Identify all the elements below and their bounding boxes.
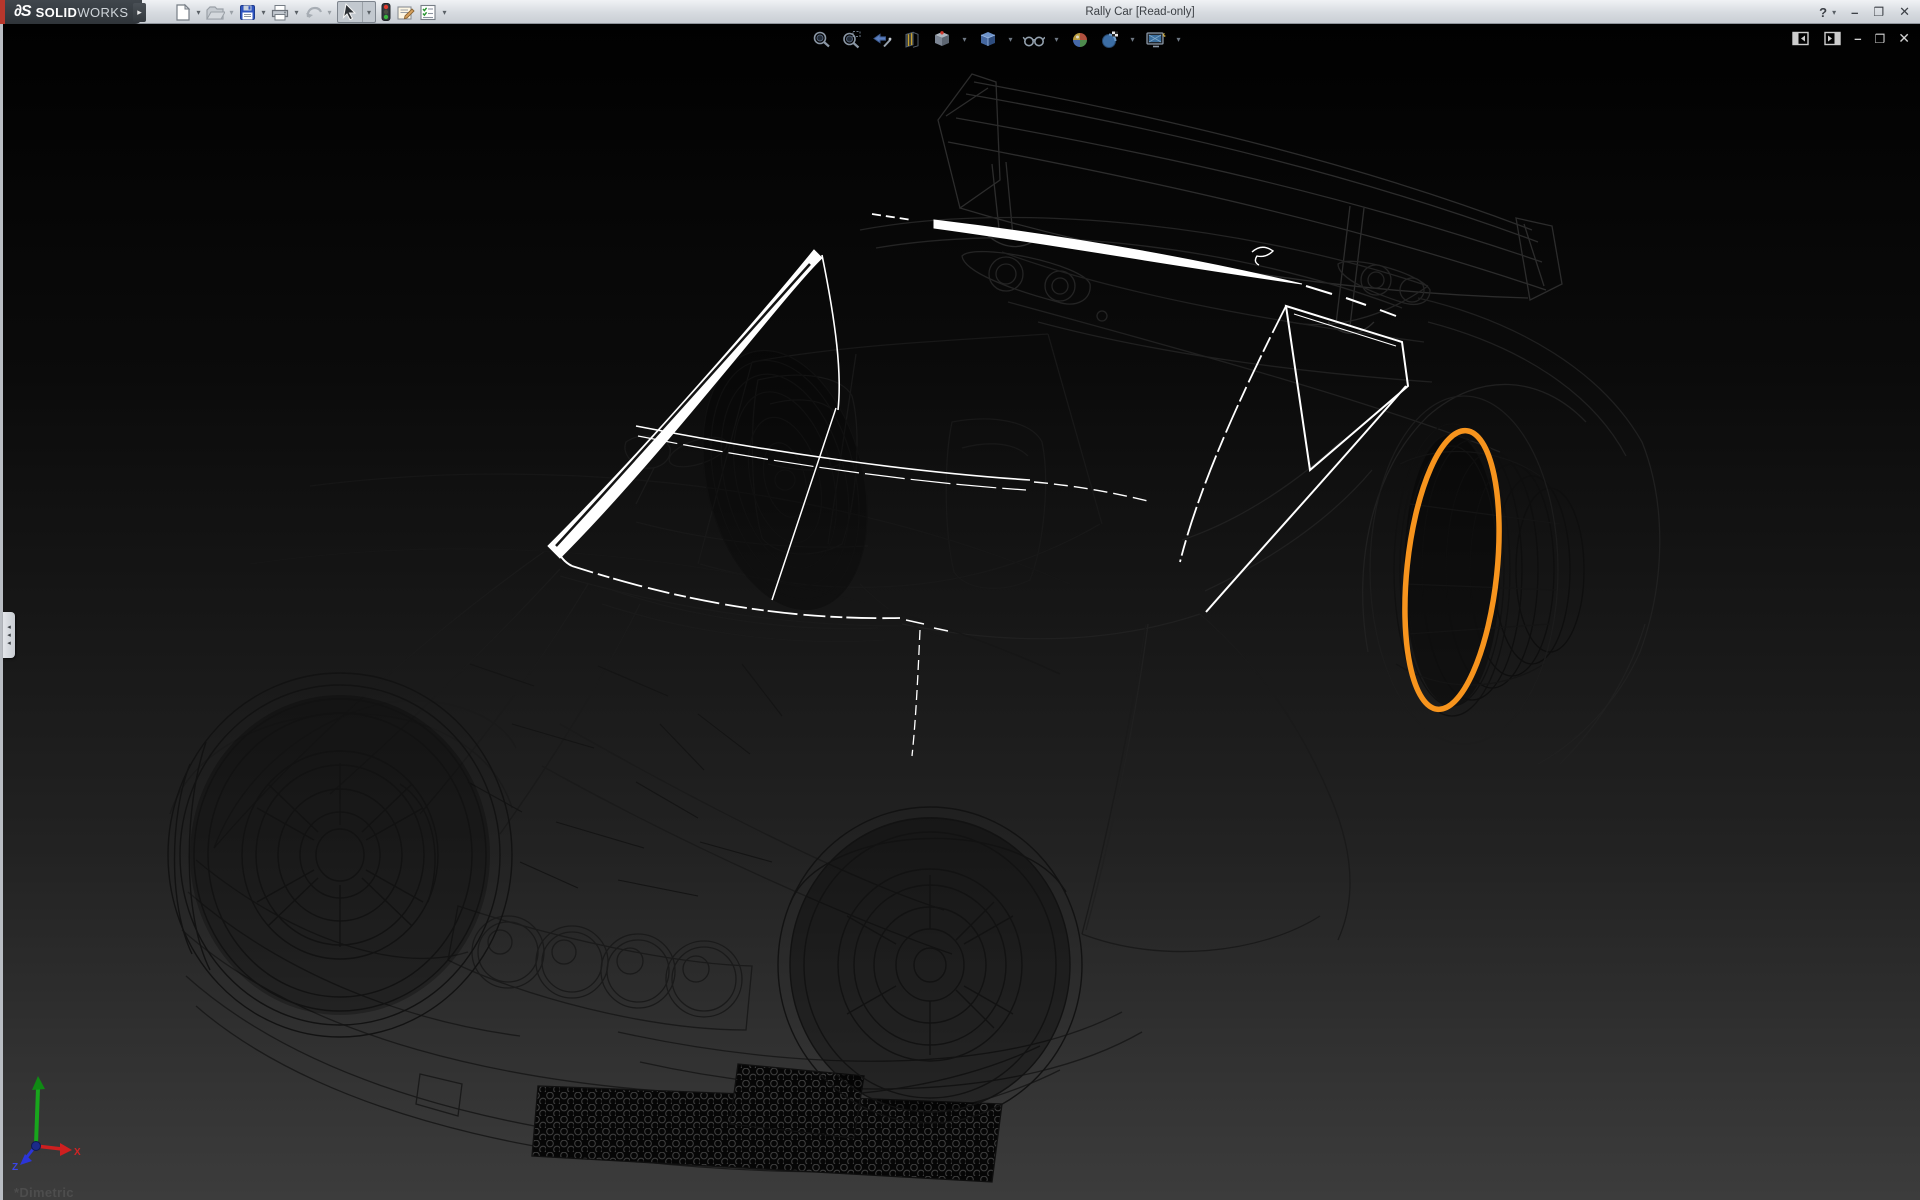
checker-dropdown-caret[interactable]: ▾ bbox=[439, 8, 450, 17]
traffic-light-icon bbox=[379, 2, 393, 22]
open-folder-icon bbox=[205, 3, 225, 22]
zoom-to-area-button[interactable] bbox=[840, 28, 863, 51]
solidworks-logo-mark: ∂S bbox=[14, 3, 31, 21]
zoom-to-fit-button[interactable] bbox=[810, 28, 833, 51]
collapse-arrow-icon: ◂ bbox=[7, 632, 11, 639]
collapse-arrow-icon: ◂ bbox=[7, 624, 11, 631]
view-orientation-caret[interactable]: ▾ bbox=[960, 35, 969, 44]
front-left-wheel bbox=[168, 673, 512, 1037]
previous-view-icon bbox=[871, 29, 893, 51]
help-dropdown-caret[interactable]: ▾ bbox=[1832, 8, 1836, 17]
view-settings-icon bbox=[1144, 29, 1167, 51]
print-button[interactable] bbox=[269, 1, 291, 23]
save-dropdown-caret[interactable]: ▾ bbox=[258, 8, 269, 17]
titlebar: ∂S SOLIDWORKS ▸ ▾ ▾ bbox=[0, 0, 1920, 24]
apply-scene-caret[interactable]: ▾ bbox=[1128, 35, 1137, 44]
zoom-to-area-icon bbox=[841, 29, 863, 51]
new-dropdown-caret[interactable]: ▾ bbox=[193, 8, 204, 17]
printer-icon bbox=[270, 3, 290, 22]
save-floppy-icon bbox=[238, 3, 257, 22]
zoom-to-fit-icon bbox=[811, 29, 833, 51]
window-controls: ? ▾ – ❐ ✕ bbox=[1819, 0, 1910, 24]
cursor-icon bbox=[342, 3, 358, 21]
rebuild-button[interactable] bbox=[378, 1, 394, 23]
close-button[interactable]: ✕ bbox=[1899, 4, 1910, 20]
graphics-viewport[interactable]: X Z bbox=[0, 24, 1920, 1200]
doc-minimize-button[interactable]: – bbox=[1854, 31, 1861, 46]
rally-car-wireframe[interactable]: X Z bbox=[0, 24, 1920, 1200]
print-dropdown-caret[interactable]: ▾ bbox=[291, 8, 302, 17]
pane-left-toggle-icon[interactable] bbox=[1792, 31, 1810, 46]
edit-note-icon bbox=[395, 3, 416, 22]
edit-appearance-button[interactable] bbox=[1068, 28, 1091, 51]
checklist-icon bbox=[418, 3, 438, 22]
open-document-button[interactable] bbox=[204, 1, 226, 23]
minimize-button[interactable]: – bbox=[1851, 5, 1858, 20]
display-style-icon bbox=[977, 29, 999, 51]
pane-right-toggle-icon[interactable] bbox=[1823, 31, 1841, 46]
collapse-arrow-icon: ◂ bbox=[7, 640, 11, 647]
apply-scene-icon bbox=[1099, 29, 1121, 51]
undo-button[interactable] bbox=[302, 1, 324, 23]
doc-close-button[interactable]: ✕ bbox=[1898, 30, 1910, 47]
previous-view-button[interactable] bbox=[870, 28, 893, 51]
heads-up-view-toolbar: ▾ ▾ ▾ bbox=[810, 28, 1183, 51]
hide-show-caret[interactable]: ▾ bbox=[1052, 35, 1061, 44]
comment-button[interactable] bbox=[394, 1, 417, 23]
document-window-controls: – ❐ ✕ bbox=[1792, 30, 1910, 47]
new-document-button[interactable] bbox=[172, 1, 193, 23]
undo-arrow-icon bbox=[303, 3, 323, 22]
display-style-button[interactable] bbox=[976, 28, 999, 51]
view-orientation-button[interactable] bbox=[930, 28, 953, 51]
view-orientation-label: *Dimetric bbox=[14, 1185, 74, 1200]
standard-toolbar: ▾ ▾ ▾ ▾ bbox=[172, 0, 450, 24]
display-style-caret[interactable]: ▾ bbox=[1006, 35, 1015, 44]
view-orientation-icon bbox=[931, 29, 953, 51]
appearance-ball-icon bbox=[1069, 29, 1091, 51]
restore-button[interactable]: ❐ bbox=[1873, 5, 1884, 19]
section-view-button[interactable] bbox=[900, 28, 923, 51]
eyeglasses-icon bbox=[1022, 29, 1045, 51]
window-title: Rally Car [Read-only] bbox=[1020, 0, 1260, 24]
doc-restore-button[interactable]: ❐ bbox=[1875, 32, 1886, 46]
select-tool-group: ▾ bbox=[337, 1, 376, 23]
solidworks-logo-text-light: WORKS bbox=[77, 5, 128, 20]
help-button[interactable]: ? bbox=[1819, 5, 1827, 20]
apply-scene-button[interactable] bbox=[1098, 28, 1121, 51]
select-tool-button[interactable] bbox=[338, 2, 362, 22]
open-dropdown-caret[interactable]: ▾ bbox=[226, 8, 237, 17]
select-dropdown-caret[interactable]: ▾ bbox=[362, 2, 375, 22]
menu-flyout-button[interactable]: ▸ bbox=[133, 3, 146, 22]
highlighted-edges bbox=[548, 214, 1408, 756]
triad-z-label: Z bbox=[12, 1162, 18, 1173]
feature-manager-collapse-tab[interactable]: ◂ ◂ ◂ bbox=[3, 612, 15, 658]
new-document-icon bbox=[173, 3, 192, 22]
triad-x-label: X bbox=[74, 1147, 81, 1158]
solidworks-logo-text-bold: SOLID bbox=[36, 5, 78, 20]
design-checker-button[interactable] bbox=[417, 1, 439, 23]
view-settings-caret[interactable]: ▾ bbox=[1174, 35, 1183, 44]
undo-dropdown-caret[interactable]: ▾ bbox=[324, 8, 335, 17]
view-settings-button[interactable] bbox=[1144, 28, 1167, 51]
hide-show-items-button[interactable] bbox=[1022, 28, 1045, 51]
section-view-icon bbox=[901, 29, 923, 51]
reference-triad[interactable]: X Z bbox=[12, 1076, 81, 1173]
solidworks-logo: ∂S SOLIDWORKS bbox=[5, 0, 142, 24]
save-button[interactable] bbox=[237, 1, 258, 23]
